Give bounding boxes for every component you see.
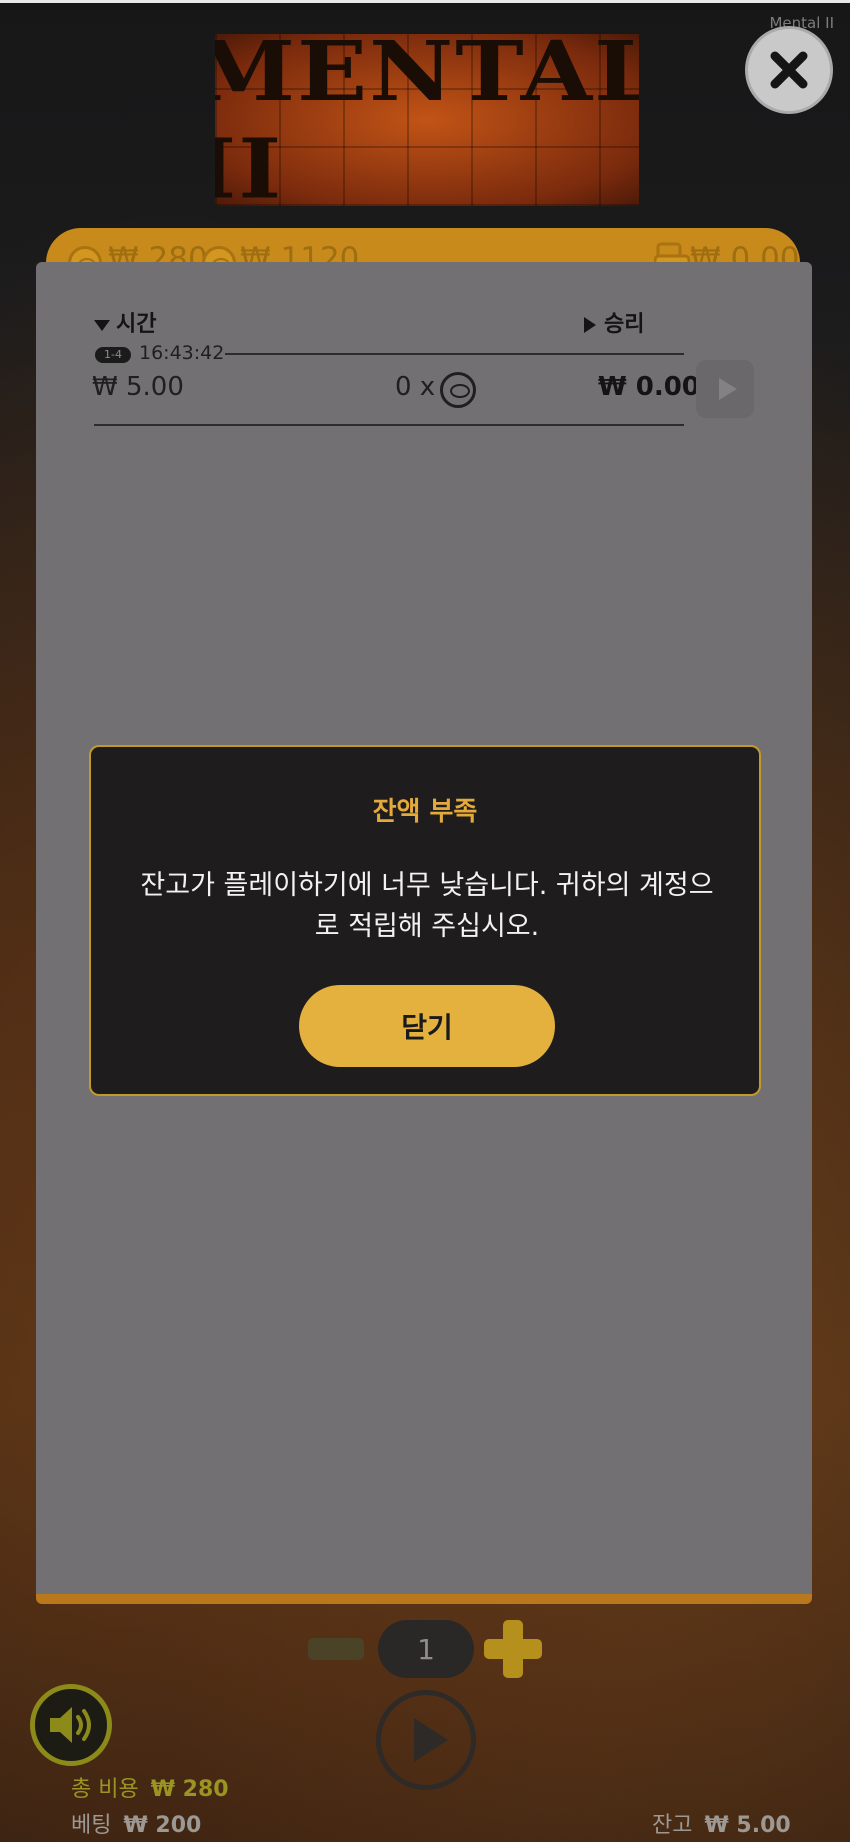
insufficient-balance-dialog: 잔액 부족 잔고가 플레이하기에 너무 낮습니다. 귀하의 계정으로 적립해 주… [89, 745, 761, 1096]
row-bet: ₩ 5.00 [92, 372, 184, 402]
time-header-label: 시간 [116, 312, 157, 337]
win-header-label: 승리 [604, 312, 645, 337]
play-icon [718, 378, 737, 400]
close-game-button[interactable] [745, 26, 833, 114]
decrease-quantity-button[interactable] [308, 1638, 364, 1660]
play-icon [414, 1718, 448, 1762]
balance-label: 잔고 [652, 1813, 693, 1838]
bet-value: ₩ 200 [123, 1813, 202, 1838]
sound-icon [50, 1707, 91, 1743]
dialog-close-button[interactable]: 닫기 [299, 985, 555, 1067]
row-divider [94, 424, 684, 426]
play-button[interactable] [376, 1690, 476, 1790]
replay-button[interactable] [696, 360, 754, 418]
bet-label: 베팅 [71, 1813, 112, 1838]
total-cost: 총 비용 ₩ 280 [71, 1771, 229, 1803]
dialog-title: 잔액 부족 [372, 797, 478, 827]
round-badge: 1-4 [95, 347, 131, 363]
dialog-message: 잔고가 플레이하기에 너무 낮습니다. 귀하의 계정으로 적립해 주십시오. [140, 870, 714, 942]
sort-time-header[interactable]: 시간 [94, 306, 156, 338]
sort-right-icon [584, 317, 596, 333]
row-divider [225, 353, 684, 355]
bet-info: 베팅 ₩ 200 [71, 1807, 201, 1839]
row-multiplier: 0 x [395, 372, 436, 402]
row-win: ₩ 0.00 [598, 372, 700, 402]
row-time: 16:43:42 [139, 342, 225, 364]
total-cost-label: 총 비용 [71, 1777, 139, 1802]
logo-text: MENTAL II [215, 34, 639, 206]
coin-icon [440, 372, 476, 408]
balance-info: 잔고 ₩ 5.00 [652, 1807, 791, 1839]
sort-win-header[interactable]: 승리 [584, 306, 644, 338]
increase-quantity-button[interactable] [484, 1620, 542, 1678]
sort-down-icon [94, 319, 110, 331]
close-icon [770, 51, 808, 89]
total-cost-value: ₩ 280 [150, 1777, 229, 1802]
game-logo: MENTAL II [215, 34, 639, 206]
quantity-display: 1 [378, 1620, 474, 1678]
balance-value: ₩ 5.00 [704, 1813, 791, 1838]
sound-toggle-button[interactable] [30, 1684, 112, 1766]
top-strip [0, 0, 850, 3]
